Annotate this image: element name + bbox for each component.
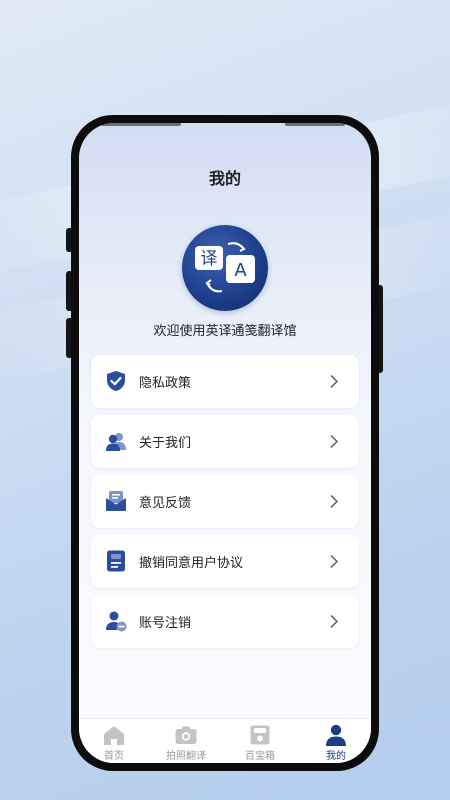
chevron-right-icon bbox=[330, 615, 338, 628]
app-logo: 译 A bbox=[182, 225, 268, 311]
home-icon bbox=[104, 726, 124, 745]
translate-logo-icon: 译 A bbox=[195, 242, 255, 293]
settings-menu: 隐私政策 关于我们 意见反馈 撤销同意用户协议 账号注销 bbox=[91, 355, 359, 655]
chevron-right-icon bbox=[330, 495, 338, 508]
bottom-tab-bar: 首页 拍照翻译 百宝箱 我的 bbox=[79, 718, 371, 763]
page-title: 我的 bbox=[208, 169, 241, 188]
tab-photo-translate[interactable]: 拍照翻译 bbox=[151, 719, 221, 763]
chevron-right-icon bbox=[330, 375, 338, 388]
menu-item-label: 隐私政策 bbox=[139, 376, 192, 391]
menu-item-label: 意见反馈 bbox=[139, 496, 192, 511]
document-icon bbox=[107, 550, 125, 572]
svg-text:A: A bbox=[234, 260, 247, 281]
menu-item-privacy-policy[interactable]: 隐私政策 bbox=[91, 355, 359, 408]
app-screen: 我的 译 A 欢迎使用英译通笺翻译馆 隐私政策 关于我们 意见反馈 撤销同意用户… bbox=[79, 123, 371, 763]
chevron-right-icon bbox=[330, 555, 338, 568]
menu-item-label: 撤销同意用户协议 bbox=[139, 556, 244, 571]
status-indicators bbox=[285, 123, 345, 126]
user-remove-icon bbox=[106, 611, 127, 632]
phone-frame: 我的 译 A 欢迎使用英译通笺翻译馆 隐私政策 关于我们 意见反馈 撤销同意用户… bbox=[71, 115, 379, 771]
chevron-right-icon bbox=[330, 435, 338, 448]
tab-label: 拍照翻译 bbox=[166, 751, 206, 762]
svg-text:译: 译 bbox=[201, 249, 218, 269]
status-time bbox=[101, 123, 181, 126]
menu-item-delete-account[interactable]: 账号注销 bbox=[91, 595, 359, 648]
welcome-text: 欢迎使用英译通笺翻译馆 bbox=[153, 324, 297, 339]
menu-item-feedback[interactable]: 意见反馈 bbox=[91, 475, 359, 528]
shield-check-icon bbox=[107, 371, 125, 391]
camera-icon bbox=[175, 726, 197, 744]
toolbox-icon bbox=[250, 725, 270, 745]
menu-item-about-us[interactable]: 关于我们 bbox=[91, 415, 359, 468]
users-icon bbox=[106, 433, 126, 451]
menu-item-revoke-agreement[interactable]: 撤销同意用户协议 bbox=[91, 535, 359, 588]
menu-item-label: 账号注销 bbox=[139, 616, 192, 631]
tab-home[interactable]: 首页 bbox=[79, 719, 149, 763]
tab-label: 百宝箱 bbox=[245, 751, 275, 762]
tab-toolbox[interactable]: 百宝箱 bbox=[225, 719, 295, 763]
status-bar bbox=[79, 123, 371, 137]
tab-label: 首页 bbox=[104, 751, 124, 762]
profile-icon bbox=[326, 724, 346, 746]
feedback-mail-icon bbox=[106, 491, 126, 511]
tab-mine[interactable]: 我的 bbox=[301, 719, 371, 763]
menu-item-label: 关于我们 bbox=[139, 436, 192, 451]
tab-label: 我的 bbox=[326, 751, 346, 762]
